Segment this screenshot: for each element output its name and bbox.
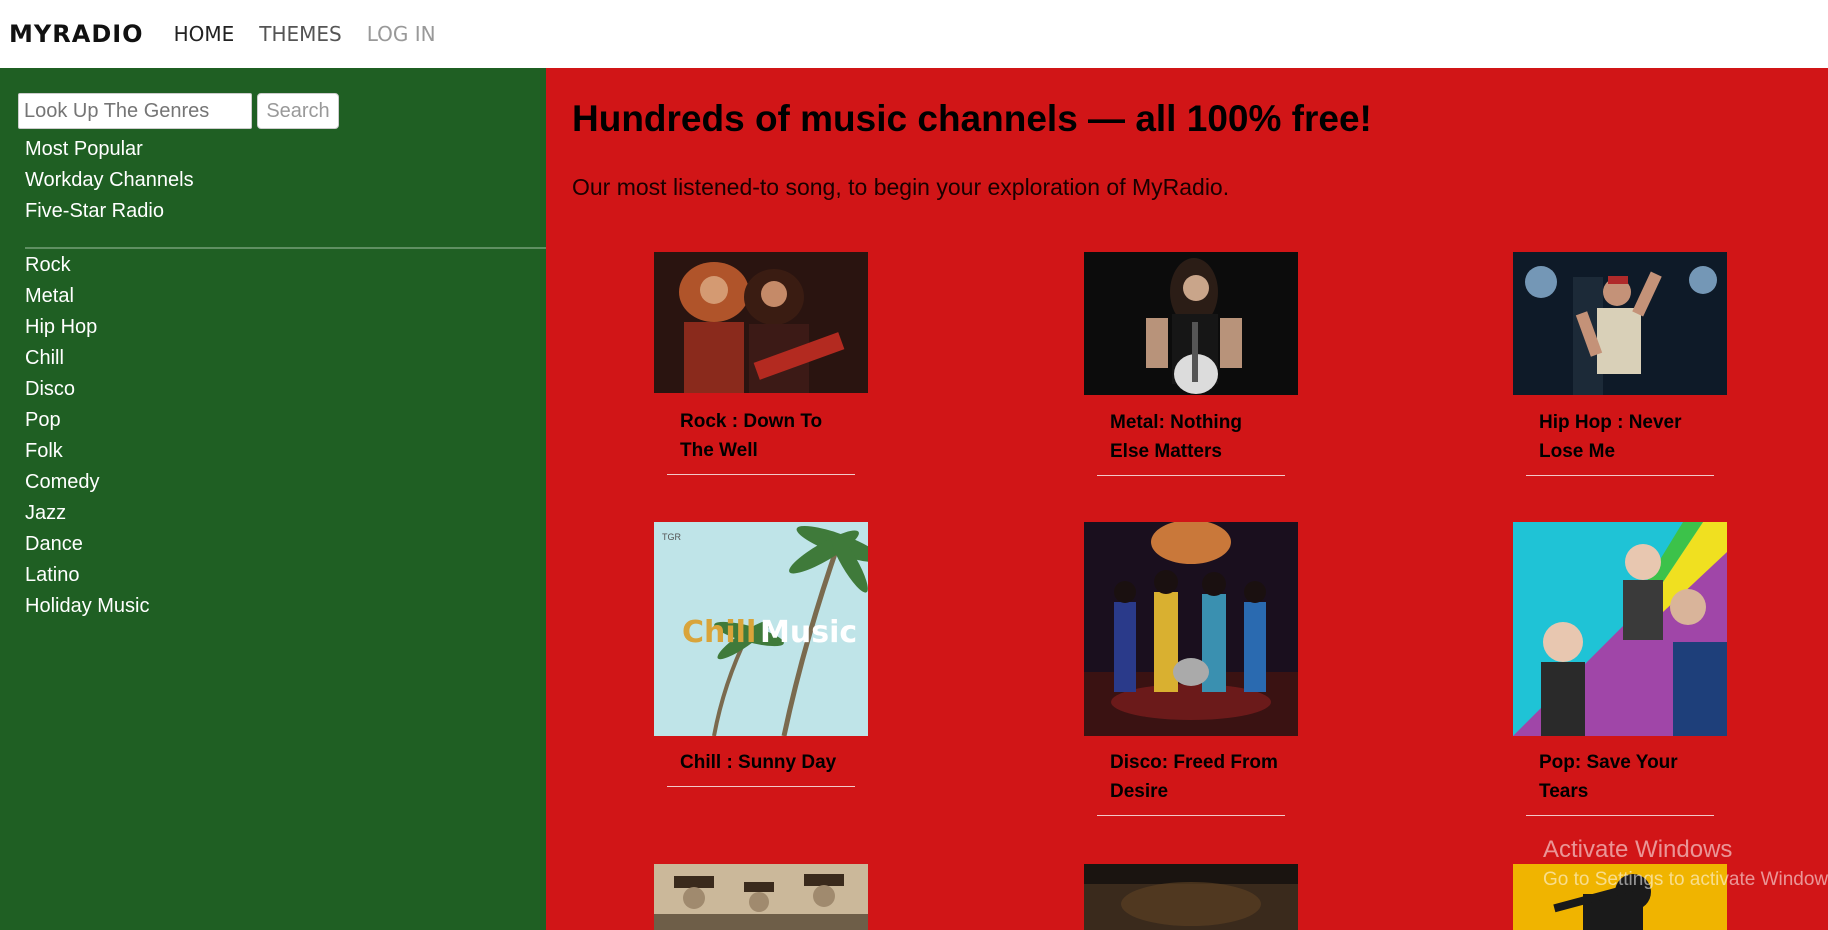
- card-divider: [1526, 475, 1714, 476]
- disco-band-image[interactable]: [1084, 522, 1298, 736]
- windows-activation-watermark-title: Activate Windows: [1543, 836, 1733, 863]
- windows-activation-watermark-subtitle: Go to Settings to activate Windows.: [1543, 869, 1828, 890]
- sidebar-item-hip-hop[interactable]: Hip Hop: [25, 312, 149, 343]
- top-navbar: MYRADIO HOME THEMES LOG IN: [0, 0, 1828, 68]
- main-content: Hundreds of music channels — all 100% fr…: [546, 68, 1828, 930]
- brand-logo[interactable]: MYRADIO: [9, 20, 144, 48]
- nav-home[interactable]: HOME: [174, 22, 235, 46]
- sidebar-divider: [25, 247, 546, 249]
- comedy-dark-image[interactable]: [1084, 864, 1298, 930]
- sidebar-item-folk[interactable]: Folk: [25, 436, 149, 467]
- card-divider: [1097, 815, 1285, 816]
- nav-login[interactable]: LOG IN: [367, 22, 436, 46]
- svg-text:Chill: Chill: [682, 615, 756, 650]
- genre-list: Rock Metal Hip Hop Chill Disco Pop Folk …: [25, 250, 149, 622]
- chill-music-cover-image[interactable]: TGR Chill Music: [654, 522, 868, 736]
- channel-title-pop[interactable]: Pop: Save Your Tears: [1539, 748, 1709, 806]
- pop-collage-cover-image[interactable]: [1513, 522, 1727, 736]
- card-divider: [667, 474, 855, 475]
- channel-title-disco[interactable]: Disco: Freed From Desire: [1110, 748, 1280, 806]
- card-divider: [1526, 815, 1714, 816]
- card-divider: [1097, 475, 1285, 476]
- rock-concert-image[interactable]: [654, 252, 868, 393]
- sidebar-item-dance[interactable]: Dance: [25, 529, 149, 560]
- featured-list: Most Popular Workday Channels Five-Star …: [25, 134, 194, 227]
- search-button[interactable]: Search: [257, 93, 339, 129]
- svg-text:Music: Music: [760, 615, 857, 650]
- card-divider: [667, 786, 855, 787]
- channel-title-hip-hop[interactable]: Hip Hop : Never Lose Me: [1539, 408, 1709, 466]
- channel-title-rock[interactable]: Rock : Down To The Well: [680, 407, 850, 465]
- sidebar-item-five-star-radio[interactable]: Five-Star Radio: [25, 196, 194, 227]
- sidebar-item-chill[interactable]: Chill: [25, 343, 149, 374]
- svg-text:TGR: TGR: [662, 532, 681, 542]
- sidebar-item-comedy[interactable]: Comedy: [25, 467, 149, 498]
- sidebar-item-jazz[interactable]: Jazz: [25, 498, 149, 529]
- genre-search: Search: [18, 93, 339, 129]
- sidebar-item-metal[interactable]: Metal: [25, 281, 149, 312]
- sidebar-item-most-popular[interactable]: Most Popular: [25, 134, 194, 165]
- sidebar-item-latino[interactable]: Latino: [25, 560, 149, 591]
- page-headline: Hundreds of music channels — all 100% fr…: [572, 98, 1372, 139]
- sidebar-item-pop[interactable]: Pop: [25, 405, 149, 436]
- channel-title-metal[interactable]: Metal: Nothing Else Matters: [1110, 408, 1280, 466]
- sidebar: Search Most Popular Workday Channels Fiv…: [0, 68, 546, 930]
- folk-vintage-image[interactable]: [654, 864, 868, 930]
- metal-guitarist-image[interactable]: [1084, 252, 1298, 395]
- sidebar-item-disco[interactable]: Disco: [25, 374, 149, 405]
- sidebar-item-rock[interactable]: Rock: [25, 250, 149, 281]
- hiphop-performer-image[interactable]: [1513, 252, 1727, 395]
- page-subheading: Our most listened-to song, to begin your…: [572, 174, 1230, 200]
- channel-title-chill[interactable]: Chill : Sunny Day: [680, 748, 850, 777]
- sidebar-item-holiday-music[interactable]: Holiday Music: [25, 591, 149, 622]
- sidebar-item-workday-channels[interactable]: Workday Channels: [25, 165, 194, 196]
- genre-search-input[interactable]: [18, 93, 252, 129]
- nav-themes[interactable]: THEMES: [259, 22, 341, 46]
